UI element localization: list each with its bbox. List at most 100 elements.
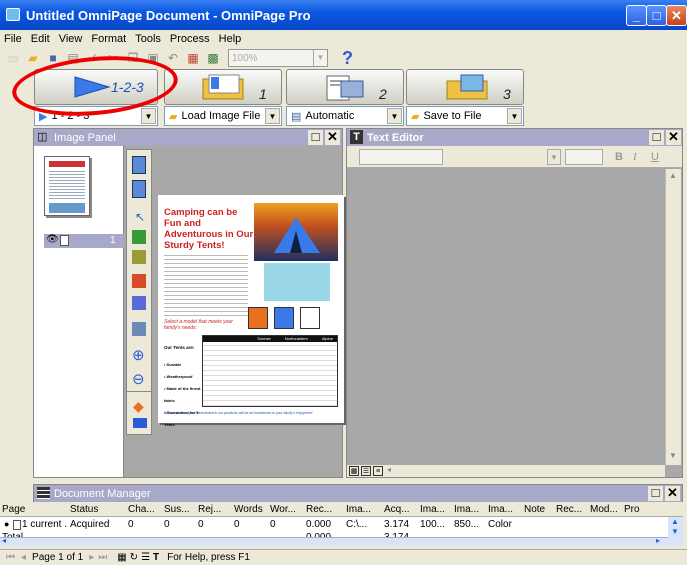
recognize-step-button[interactable]: 2 <box>286 69 404 105</box>
image-panel-icon: ◫ <box>37 131 48 143</box>
zoom-out-icon[interactable]: ⊖ <box>132 370 145 388</box>
graphic-zone-icon[interactable] <box>132 296 146 310</box>
save-select[interactable]: ▰ Save to File ▼ <box>406 106 524 126</box>
prev-page-icon[interactable]: ◂ <box>21 552 26 563</box>
rotate-view-icon[interactable]: ↻ <box>130 552 138 563</box>
font-select[interactable] <box>359 149 443 165</box>
font-size-select[interactable] <box>565 149 603 165</box>
paste-icon[interactable]: ▣ <box>144 49 162 67</box>
export-icon <box>446 74 488 100</box>
column-header[interactable]: Rec... <box>306 502 344 517</box>
remove-zone-icon[interactable] <box>132 250 146 264</box>
zoom-in-icon[interactable]: ⊕ <box>132 346 145 364</box>
scroll-down-icon[interactable]: ▼ <box>669 451 677 460</box>
close-button[interactable]: ✕ <box>666 5 687 26</box>
standard-toolbar: ▭ ▰ ■ ▤ ✓ ✂ ❐ ▣ ↶ ▦ ▩ 100% ▼ ? <box>0 47 687 69</box>
zone-column-tool-icon[interactable] <box>132 180 146 198</box>
minimize-button[interactable]: _ <box>626 5 647 26</box>
panel-restore-button[interactable]: □ <box>308 130 323 145</box>
text-zone-icon[interactable] <box>132 230 146 244</box>
text-view-icon[interactable]: T <box>153 552 159 563</box>
chevron-down-icon[interactable]: ▼ <box>547 149 561 165</box>
save-icon[interactable]: ■ <box>44 49 62 67</box>
column-header[interactable]: Ima... <box>454 502 486 517</box>
column-header[interactable]: Wor... <box>270 502 304 517</box>
column-header[interactable]: Ima... <box>488 502 522 517</box>
column-header[interactable]: Pro <box>624 502 664 517</box>
auto-process-button[interactable]: 1-2-3 <box>34 69 158 105</box>
menu-tools[interactable]: Tools <box>135 33 161 45</box>
zoom-select[interactable]: 100% ▼ <box>228 49 328 67</box>
plain-text-icon[interactable]: ≡ <box>373 466 383 476</box>
workflow-select[interactable]: ▶ 1 - 2 - 3 ▼ <box>34 106 158 126</box>
scroll-left-icon[interactable]: ◂ <box>2 536 6 545</box>
scroll-right-icon[interactable]: ▸ <box>656 536 660 545</box>
scroll-up-icon[interactable]: ▲ <box>669 171 677 180</box>
column-header[interactable]: Ima... <box>346 502 382 517</box>
column-header[interactable]: Words <box>234 502 268 517</box>
undo-icon[interactable]: ↶ <box>164 49 182 67</box>
new-icon[interactable]: ▭ <box>4 49 22 67</box>
maximize-button[interactable]: □ <box>646 5 667 26</box>
grid-vertical-scrollbar[interactable]: ▲ ▼ <box>668 517 683 546</box>
export-step-button[interactable]: 3 <box>406 69 524 105</box>
document-manager-header: Document Manager □ ✕ <box>34 485 682 502</box>
menu-format[interactable]: Format <box>91 33 126 45</box>
panel-close-button[interactable]: ✕ <box>665 486 680 501</box>
table-icon[interactable]: ▦ <box>184 49 202 67</box>
menu-process[interactable]: Process <box>170 33 210 45</box>
true-page-icon[interactable]: ☰ <box>361 466 371 476</box>
open-icon[interactable]: ▰ <box>24 49 42 67</box>
column-header[interactable]: Cha... <box>128 502 162 517</box>
last-page-icon[interactable]: ⏭ <box>98 552 107 563</box>
column-header[interactable]: Status <box>70 502 126 517</box>
thumbnail-view-icon[interactable]: ▦ <box>117 552 126 563</box>
flowing-page-icon[interactable]: ▦ <box>349 466 359 476</box>
menu-view[interactable]: View <box>59 33 83 45</box>
first-page-icon[interactable]: ⏮ <box>6 552 15 563</box>
zone-text-tool-icon[interactable] <box>132 156 146 174</box>
form-zone-icon[interactable] <box>132 322 146 336</box>
menu-help[interactable]: Help <box>219 33 242 45</box>
scroll-left-icon[interactable]: ◂ <box>387 465 391 474</box>
page-image[interactable]: Camping can be Fun and Adventurous in Ou… <box>158 195 344 427</box>
mode-select[interactable]: ▤ Automatic ▼ <box>286 106 404 126</box>
column-header[interactable]: Rec... <box>556 502 588 517</box>
column-header[interactable]: Ima... <box>420 502 452 517</box>
column-header[interactable]: Mod... <box>590 502 622 517</box>
scroll-up-icon[interactable]: ▲ <box>671 517 679 526</box>
rotate-icon[interactable]: ◆ <box>133 398 144 415</box>
vertical-scrollbar[interactable]: ▲ ▼ <box>665 169 681 465</box>
panel-close-button[interactable]: ✕ <box>325 130 340 145</box>
column-header[interactable]: Sus... <box>164 502 196 517</box>
next-page-icon[interactable]: ▸ <box>89 552 94 563</box>
check-icon[interactable]: ✓ <box>84 49 102 67</box>
column-header[interactable]: Note <box>524 502 554 517</box>
bold-button[interactable]: B <box>615 151 623 163</box>
page-icon <box>60 235 69 246</box>
list-view-icon[interactable]: ☰ <box>141 552 150 563</box>
panel-restore-button[interactable]: □ <box>649 130 664 145</box>
scroll-down-icon[interactable]: ▼ <box>671 527 679 536</box>
panel-restore-button[interactable]: □ <box>648 486 663 501</box>
help-icon[interactable]: ? <box>342 48 353 69</box>
picture-icon[interactable]: ▩ <box>204 49 222 67</box>
underline-button[interactable]: U <box>651 151 659 163</box>
menu-file[interactable]: File <box>4 33 22 45</box>
copy-icon[interactable]: ❐ <box>124 49 142 67</box>
print-icon[interactable]: ▤ <box>64 49 82 67</box>
pointer-tool-icon[interactable]: ↖ <box>135 210 145 224</box>
column-header[interactable]: Acq... <box>384 502 418 517</box>
italic-button[interactable]: I <box>633 151 637 163</box>
cut-icon[interactable]: ✂ <box>104 49 122 67</box>
column-header[interactable]: Rej... <box>198 502 232 517</box>
load-select[interactable]: ▰ Load Image File ▼ <box>164 106 282 126</box>
acquire-step-button[interactable]: 1 <box>164 69 282 105</box>
panel-close-button[interactable]: ✕ <box>666 130 681 145</box>
view-mode-icon[interactable] <box>133 418 147 428</box>
horizontal-scrollbar[interactable]: ◂ ▸ <box>0 536 668 546</box>
page-thumbnail[interactable] <box>44 156 90 216</box>
column-header[interactable]: Page <box>2 502 68 517</box>
table-zone-icon[interactable] <box>132 274 146 288</box>
menu-edit[interactable]: Edit <box>31 33 50 45</box>
